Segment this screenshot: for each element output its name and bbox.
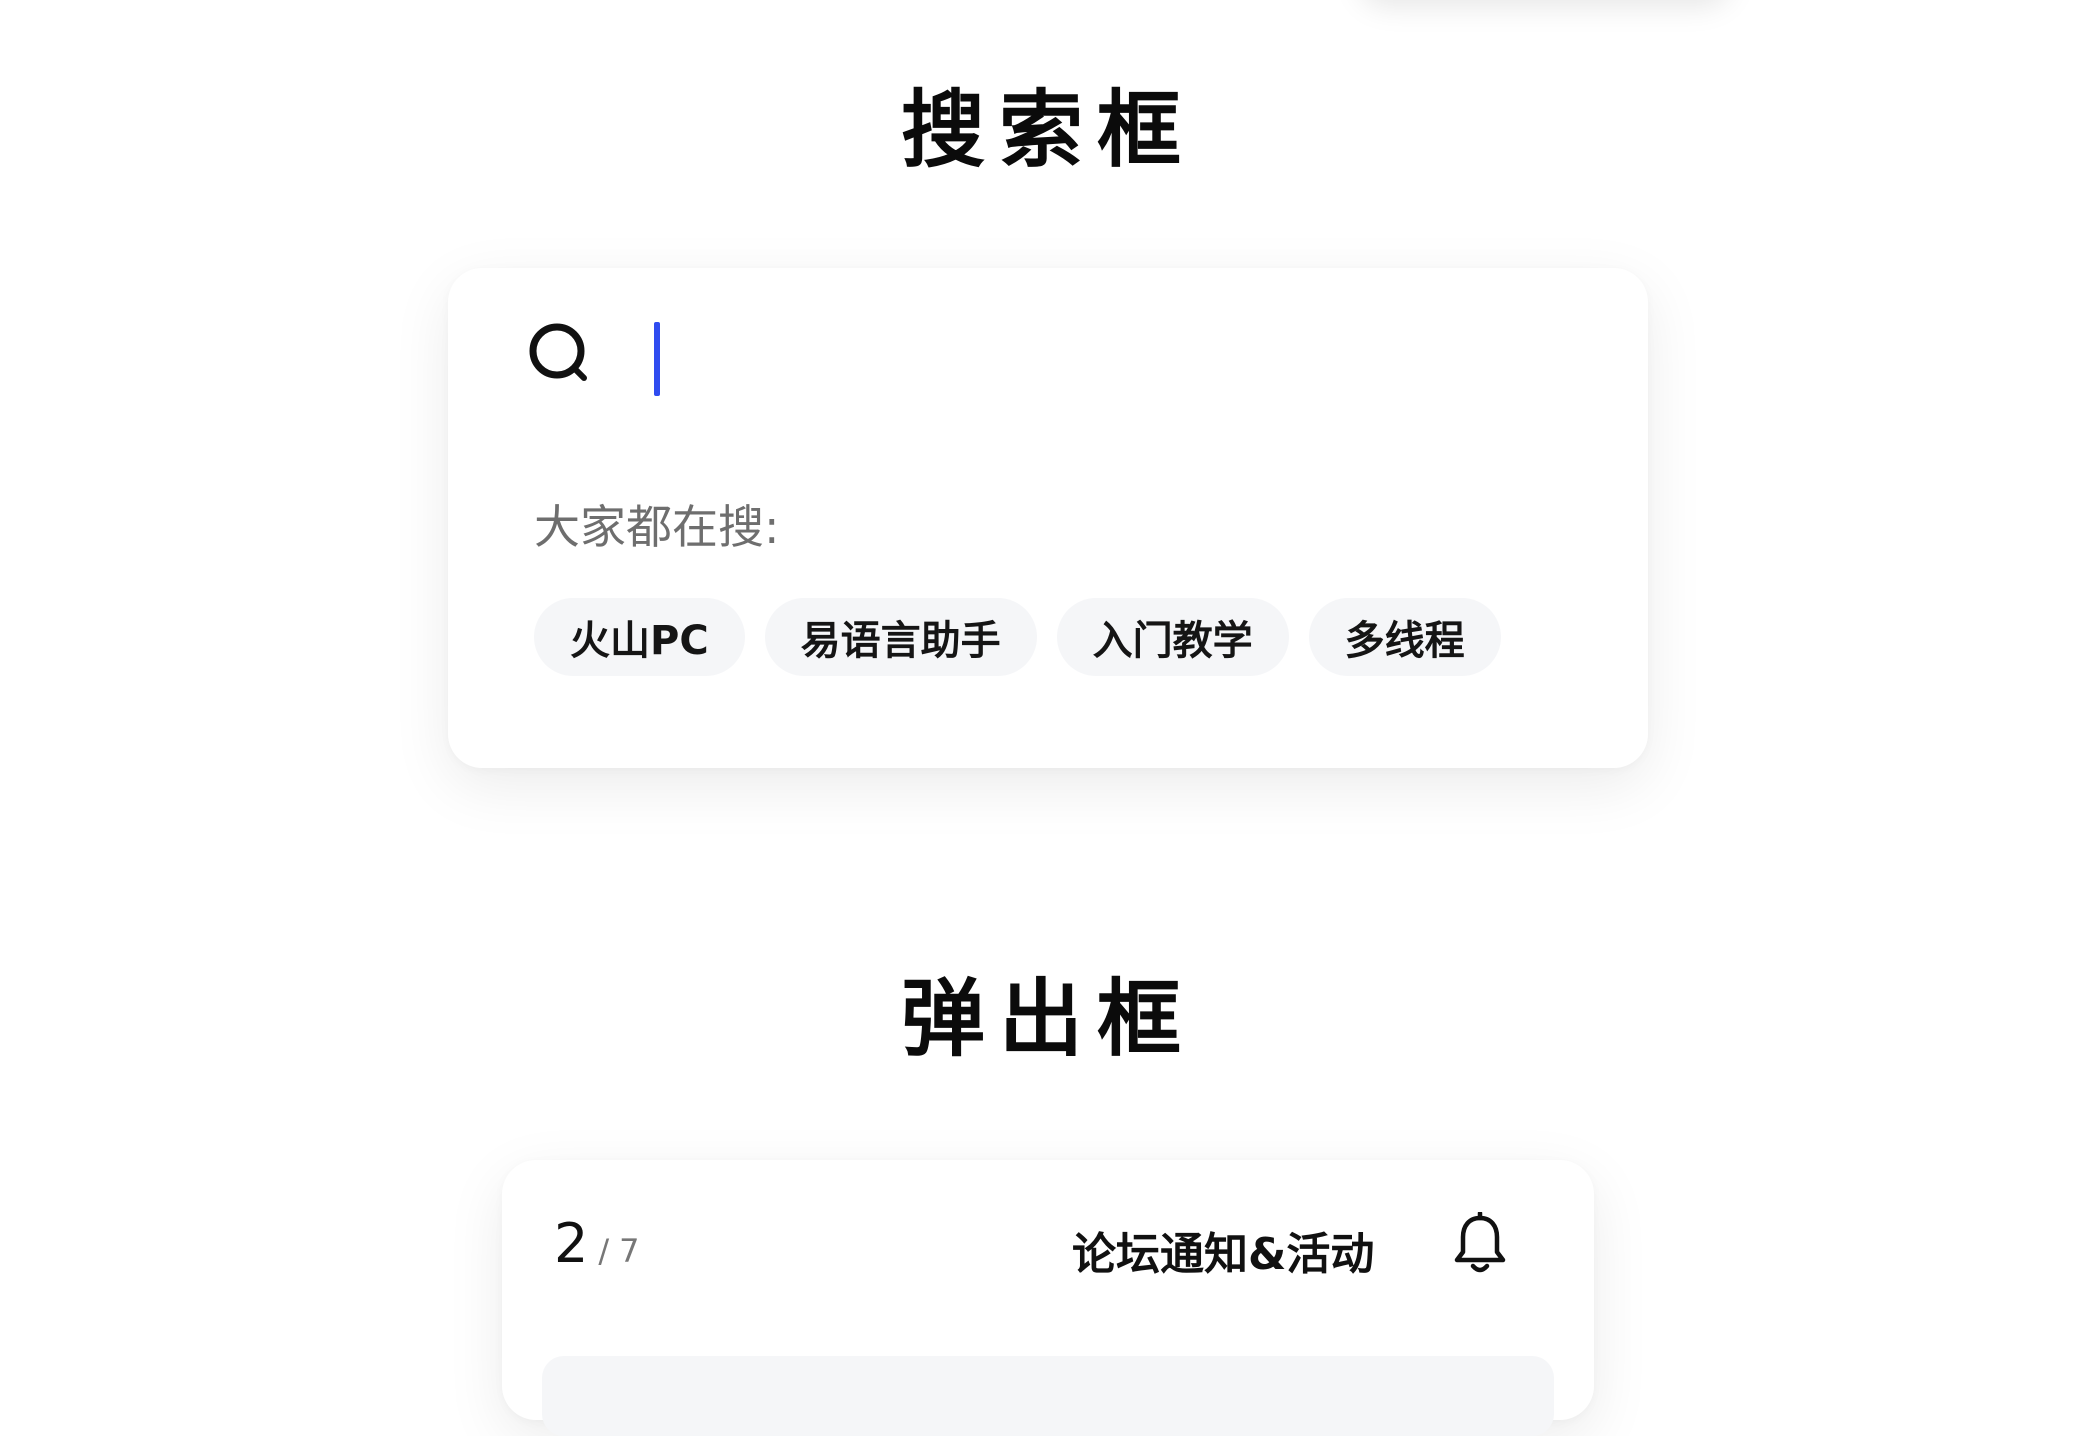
hot-tag-huoshan-pc[interactable]: 火山PC bbox=[534, 598, 745, 676]
popup-card: 2 / 7 论坛通知&活动 bbox=[502, 1160, 1594, 1436]
search-section-title: 搜索框 bbox=[900, 81, 1195, 179]
hot-tag-eyuyan-assistant[interactable]: 易语言助手 bbox=[764, 598, 1037, 676]
hot-tag-beginner-tutorial[interactable]: 入门教学 bbox=[1056, 598, 1289, 676]
text-caret bbox=[654, 322, 660, 396]
pager: 2 / 7 bbox=[554, 1212, 640, 1275]
search-icon[interactable] bbox=[526, 320, 596, 390]
popup-section-title: 弹出框 bbox=[900, 970, 1195, 1068]
search-card: 大家都在搜: 火山PC 易语言助手 入门教学 多线程 bbox=[448, 268, 1648, 768]
hot-search-label: 大家都在搜: bbox=[534, 500, 780, 554]
search-input[interactable] bbox=[648, 318, 1548, 398]
notice-title: 论坛通知&活动 bbox=[1072, 1229, 1375, 1280]
hot-search-tags: 火山PC 易语言助手 入门教学 多线程 bbox=[534, 598, 1501, 676]
hot-tag-multithreading[interactable]: 多线程 bbox=[1308, 598, 1501, 676]
pager-separator: / bbox=[598, 1232, 610, 1270]
bell-icon[interactable] bbox=[1452, 1212, 1508, 1276]
pager-total: 7 bbox=[619, 1232, 640, 1270]
pager-current: 2 bbox=[554, 1212, 589, 1275]
popup-content-area bbox=[542, 1356, 1554, 1436]
